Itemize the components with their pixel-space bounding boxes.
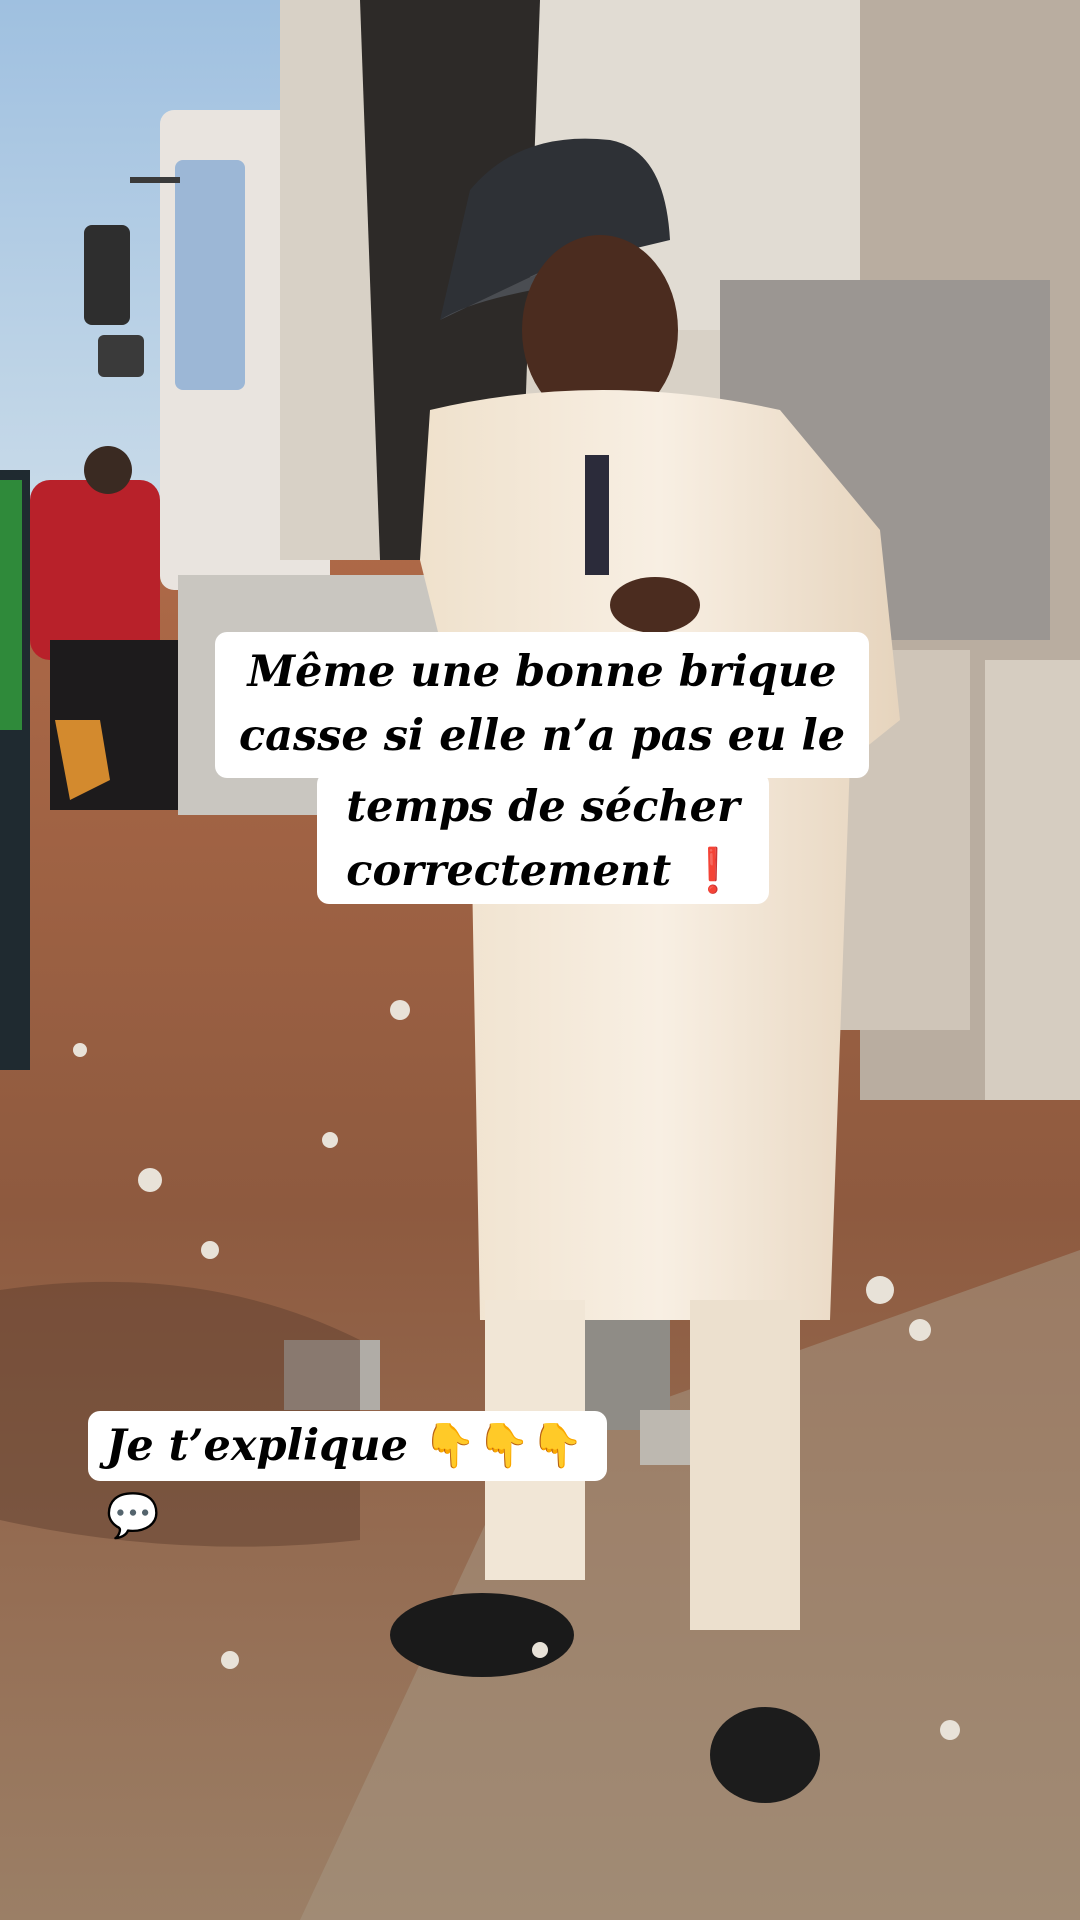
caption-main-line-4-wrap: correctement ❗ xyxy=(317,839,769,903)
video-frame: Même une bonne brique casse si elle n’a … xyxy=(0,0,1080,1920)
caption-main-line-2: casse si elle n’a pas eu le xyxy=(238,711,846,761)
caption-main-top: Même une bonne brique casse si elle n’a … xyxy=(215,632,869,778)
caption-main-line-1: Même une bonne brique xyxy=(247,647,837,697)
caption-secondary-text: Je t’explique xyxy=(106,1421,408,1471)
caption-main-line-3: temps de sécher xyxy=(346,782,740,832)
background-scene xyxy=(0,0,1080,1920)
exclamation-icon: ❗ xyxy=(686,846,740,896)
caption-main-bottom: temps de sécher correctement ❗ xyxy=(317,772,769,904)
caption-secondary: Je t’explique 👇👇👇💬 xyxy=(88,1411,607,1541)
caption-main-line-4: correctement xyxy=(346,846,672,896)
